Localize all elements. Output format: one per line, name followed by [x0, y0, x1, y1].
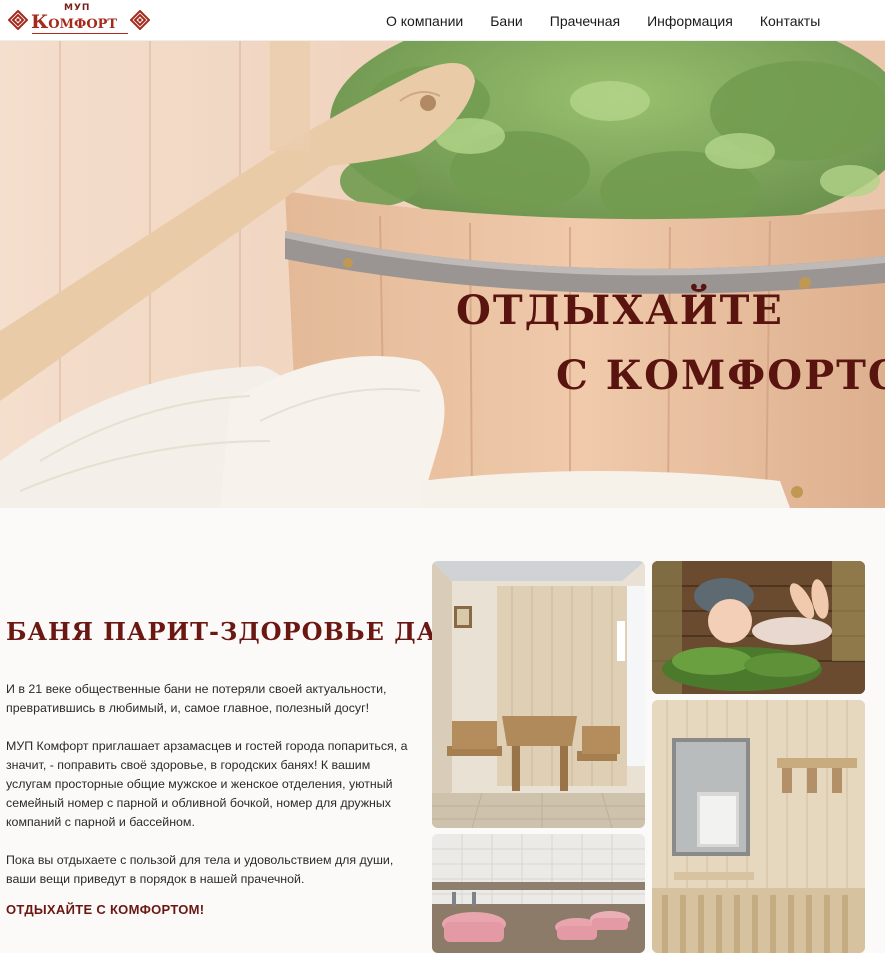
- main-nav: О компании Бани Прачечная Информация Кон…: [386, 0, 847, 41]
- photo-dressing-room[interactable]: [652, 700, 865, 953]
- hero-banner: ОТДЫХАЙТЕ С КОМФОРТОМ: [0, 41, 885, 508]
- nav-item-baths[interactable]: Бани: [490, 13, 523, 29]
- hero-image: [0, 41, 885, 508]
- paragraph-laundry: Пока вы отдыхаете с пользой для тела и у…: [6, 853, 394, 886]
- nav-item-laundry[interactable]: Прачечная: [550, 13, 620, 29]
- hero-title-line-1: ОТДЫХАЙТЕ: [456, 287, 784, 334]
- site-logo[interactable]: МУП Комфорт: [6, 3, 150, 37]
- hero-title-line-2: С КОМФОРТОМ: [556, 352, 885, 399]
- ornament-icon: [130, 10, 150, 30]
- paragraph-services: МУП Комфорт приглашает арзамасцев и гост…: [6, 739, 408, 829]
- photo-washing-room[interactable]: [432, 834, 645, 953]
- cta-slogan: ОТДЫХАЙТЕ С КОМФОРТОМ!: [6, 902, 205, 917]
- paragraph-intro: И в 21 веке общественные бани не потерял…: [6, 682, 387, 715]
- logo-brand-text: Комфорт: [31, 11, 118, 33]
- logo-underline: [32, 33, 128, 34]
- site-header: МУП Комфорт О компании Бани Прачечная Ин…: [0, 0, 885, 41]
- ornament-icon: [8, 10, 28, 30]
- nav-item-about[interactable]: О компании: [386, 13, 463, 29]
- nav-item-info[interactable]: Информация: [647, 13, 733, 29]
- nav-item-contacts[interactable]: Контакты: [760, 13, 820, 29]
- photo-bath-rest-room[interactable]: [432, 561, 645, 828]
- photo-girl-with-broom[interactable]: [652, 561, 865, 694]
